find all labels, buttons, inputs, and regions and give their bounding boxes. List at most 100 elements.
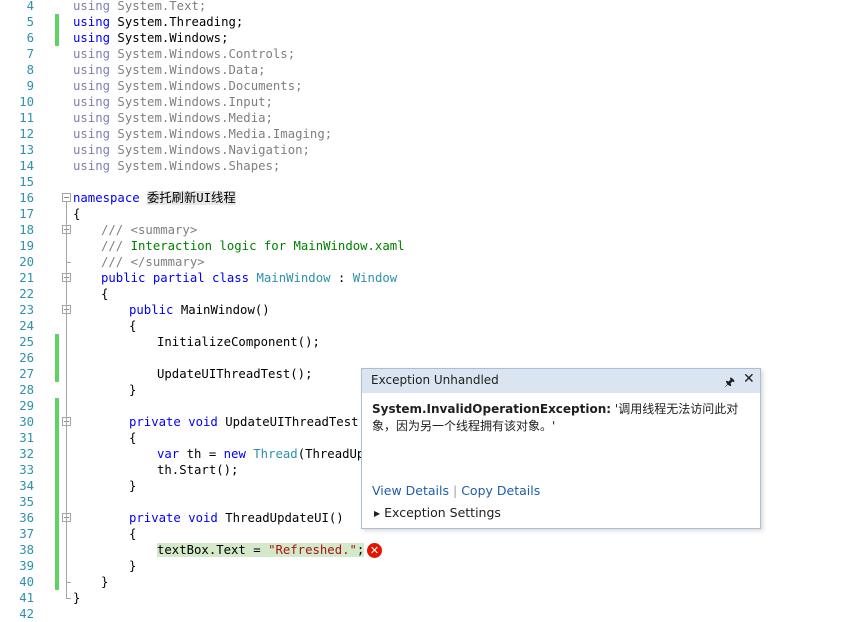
change-marker [55,334,59,350]
exception-popup-title: Exception Unhandled [371,373,499,387]
code-line[interactable]: 5 using System.Threading; [0,14,844,30]
code-token: public [129,303,174,317]
line-number: 22 [19,287,34,301]
collapse-icon[interactable]: − [62,193,71,202]
code-text: using System.Windows; [73,30,229,46]
change-marker [55,398,59,414]
exception-popup-header: Exception Unhandled 🖈 ✕ [362,369,760,393]
code-token: } [129,383,137,397]
line-number: 4 [26,0,34,13]
code-token: } [129,479,137,493]
exception-message: System.InvalidOperationException: '调用线程无… [372,401,754,435]
line-number: 13 [19,143,34,157]
code-token: textBox.Text = [157,543,269,557]
code-token: /// [101,239,131,253]
line-number: 25 [19,335,34,349]
code-line[interactable]: 24 { [0,318,844,334]
outline-guide [66,282,67,582]
code-line[interactable]: 38 textBox.Text = "Refreshed."; [0,542,844,558]
line-number: 10 [19,95,34,109]
copy-details-link[interactable]: Copy Details [461,483,540,498]
code-text: UpdateUIThreadTest(); [157,366,312,382]
code-token: UpdateUIThreadTest(); [157,367,313,381]
code-token: new [223,447,246,461]
line-number: 32 [19,447,34,461]
code-line[interactable]: 12 using System.Windows.Media.Imaging; [0,126,844,142]
code-line[interactable]: 18−/// <summary> [0,222,844,238]
code-line[interactable]: 15 [0,174,844,190]
code-text: var th = new Thread(ThreadUpd [157,446,372,462]
pin-icon[interactable]: 🖈 [724,373,735,394]
code-token: System.Windows; [110,31,229,45]
code-line[interactable]: 8 using System.Windows.Data; [0,62,844,78]
code-line[interactable]: 23−public MainWindow() [0,302,844,318]
code-line[interactable]: 21−public partial class MainWindow : Win… [0,270,844,286]
code-text: th.Start(); [157,462,238,478]
code-token: System.Windows.Media.Imaging; [110,127,333,141]
code-line[interactable]: 40} [0,574,844,590]
link-separator: | [452,483,458,498]
line-number: 36 [19,511,34,525]
code-token: { [101,287,109,301]
outline-guide-end [66,582,71,583]
code-token: Interaction logic for MainWindow.xaml [130,239,405,253]
code-token: public partial class [101,271,257,285]
code-line[interactable]: 26 [0,350,844,366]
code-text: /// <summary> [101,222,197,238]
code-token: System.Windows.Data; [110,63,266,77]
code-line[interactable]: 19 /// Interaction logic for MainWindow.x… [0,238,844,254]
code-token: System.Windows.Navigation; [110,143,310,157]
change-marker [55,526,59,542]
change-marker [55,14,59,30]
code-line[interactable]: 25 InitializeComponent(); [0,334,844,350]
code-token: } [73,591,81,605]
code-token: using [73,111,111,125]
code-token: "Refreshed." [268,543,357,557]
code-line[interactable]: 14 using System.Windows.Shapes; [0,158,844,174]
code-line[interactable]: 42 [0,606,844,622]
code-token: { [129,527,137,541]
code-token: private void [129,415,218,429]
change-marker [55,350,59,366]
code-token: System.Text; [110,0,207,13]
line-number: 41 [19,591,34,605]
code-token: using [73,143,111,157]
code-text: /// </summary> [101,254,205,270]
exception-settings-expander[interactable]: ▶ Exception Settings [374,505,501,520]
code-text: using System.Windows.Input; [73,94,273,110]
error-icon[interactable]: ✕ [367,543,382,558]
code-text: InitializeComponent(); [157,334,320,350]
code-line[interactable]: 6 using System.Windows; [0,30,844,46]
line-number: 35 [19,495,34,509]
code-text: } [101,574,108,590]
code-line[interactable]: 4 using System.Text; [0,0,844,14]
line-number: 39 [19,559,34,573]
code-line[interactable]: 7 using System.Windows.Controls; [0,46,844,62]
code-line[interactable]: 13 using System.Windows.Navigation; [0,142,844,158]
code-token: System.Windows.Media; [110,111,273,125]
line-number: 23 [19,303,34,317]
line-number: 37 [19,527,34,541]
code-line[interactable]: 16 − namespace 委托刷新UI线程 [0,190,844,206]
code-token: /// <summary> [101,223,198,237]
line-number: 11 [19,111,34,125]
code-line[interactable]: 22 { [0,286,844,302]
code-line[interactable]: 39} [0,558,844,574]
change-marker [55,462,59,478]
code-token: MainWindow [256,271,331,285]
code-line[interactable]: 11 using System.Windows.Media; [0,110,844,126]
change-marker [55,446,59,462]
code-line[interactable]: 41} [0,590,844,606]
code-line[interactable]: 20 /// </summary> [0,254,844,270]
change-marker [55,574,59,590]
code-token: System.Windows.Documents; [110,79,303,93]
change-marker [55,478,59,494]
line-number: 18 [19,223,34,237]
code-line[interactable]: 9 using System.Windows.Documents; [0,78,844,94]
code-token: Thread [253,447,298,461]
view-details-link[interactable]: View Details [372,483,449,498]
code-token: /// </summary> [101,255,205,269]
code-line[interactable]: 17 { [0,206,844,222]
close-icon[interactable]: ✕ [743,371,755,387]
code-line[interactable]: 10 using System.Windows.Input; [0,94,844,110]
